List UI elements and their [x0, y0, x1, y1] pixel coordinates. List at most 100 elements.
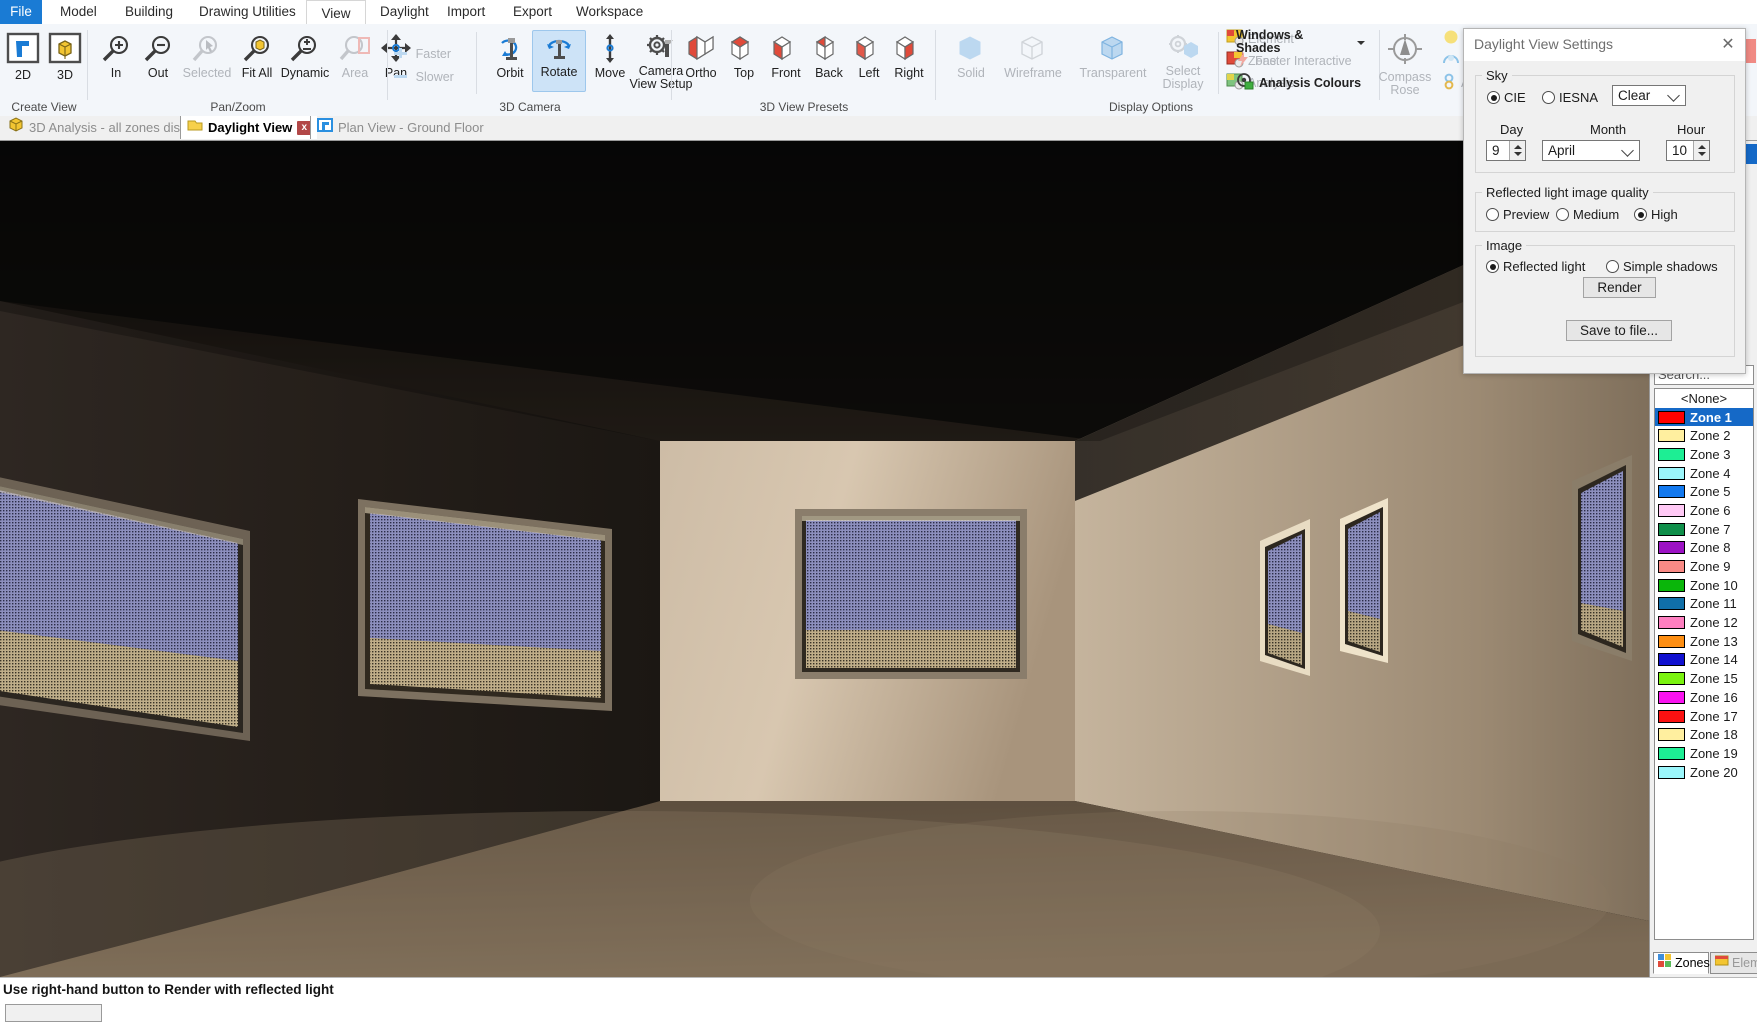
zone-list-item-label: Zone 2 [1690, 428, 1731, 444]
compass-rose-label: Compass Rose [1378, 70, 1432, 97]
sky-radio-cie[interactable]: CIE [1487, 90, 1526, 105]
zone-colour-swatch [1658, 466, 1685, 480]
image-radio-reflected-light[interactable]: Reflected light [1486, 259, 1585, 274]
zone-list-item[interactable]: Zone 4 [1655, 464, 1753, 483]
compass-rose-button: Compass Rose [1374, 32, 1436, 97]
quality-groupbox-label: Reflected light image quality [1482, 185, 1653, 200]
zone-list-item[interactable]: Zone 3 [1655, 445, 1753, 464]
menu-item-drawing-utilities[interactable]: Drawing Utilities [189, 0, 306, 24]
menu-item-daylight[interactable]: Daylight [370, 0, 439, 24]
menu-item-building[interactable]: Building [115, 0, 183, 24]
zoom-out-icon [134, 34, 182, 67]
hour-spinner-buttons[interactable] [1693, 141, 1709, 160]
zone-list-item[interactable]: Zone 20 [1655, 763, 1753, 782]
zoom-fit-all-button[interactable]: Fit All [235, 34, 279, 80]
minus-icon [392, 69, 408, 86]
zone-list-item[interactable]: Zone 17 [1655, 707, 1753, 726]
preset-left-button[interactable]: Left [850, 34, 888, 80]
sky-type-combobox[interactable]: Clear [1612, 85, 1686, 106]
month-combobox[interactable]: April [1542, 140, 1640, 161]
ribbon-group-create-view: 2D 3D Create View [0, 24, 88, 116]
zone-list-item[interactable]: Zone 14 [1655, 651, 1753, 670]
zone-list-item[interactable]: Zone 19 [1655, 744, 1753, 763]
day-spinner-buttons[interactable] [1509, 141, 1525, 160]
chevron-down-icon[interactable] [1356, 35, 1366, 50]
menu-item-workspace[interactable]: Workspace [566, 0, 653, 24]
rotate-button[interactable]: Rotate [532, 30, 586, 92]
zoom-out-button[interactable]: Out [134, 34, 182, 80]
zone-list-item-label: Zone 7 [1690, 521, 1731, 537]
zone-list-item[interactable]: Zone 10 [1655, 576, 1753, 595]
zone-list-item[interactable]: Zone 18 [1655, 725, 1753, 744]
cube-left-icon [850, 34, 888, 67]
dialog-titlebar[interactable]: Daylight View Settings ✕ [1464, 29, 1745, 61]
zone-list-item-none[interactable]: <None> [1655, 389, 1753, 408]
zone-list-item-label: Zone 1 [1690, 409, 1732, 425]
zone-list-item[interactable]: Zone 8 [1655, 539, 1753, 558]
quality-radio-preview[interactable]: Preview [1486, 207, 1549, 222]
zone-list-item[interactable]: Zone 2 [1655, 426, 1753, 445]
panel-tab-zones[interactable]: Zones [1653, 952, 1710, 974]
menu-item-model[interactable]: Model [50, 0, 107, 24]
preset-top-button[interactable]: Top [726, 34, 762, 80]
panel-tab-zones-label: Zones [1675, 956, 1710, 970]
quality-radio-medium[interactable]: Medium [1556, 207, 1619, 222]
sky-radio-iesna[interactable]: IESNA [1542, 90, 1598, 105]
hour-spinner[interactable]: 10 [1666, 140, 1710, 161]
window-right-3 [1572, 455, 1632, 661]
preset-front-button[interactable]: Front [764, 34, 808, 80]
radio-dot-icon [1606, 260, 1619, 273]
radio-dot-icon [1486, 260, 1499, 273]
zone-list-item[interactable]: Zone 12 [1655, 613, 1753, 632]
day-spinner[interactable]: 9 [1486, 140, 1526, 161]
create-view-3d-button[interactable]: 3D [44, 32, 86, 82]
save-to-file-button[interactable]: Save to file... [1566, 320, 1672, 341]
zone-list-item[interactable]: Zone 6 [1655, 501, 1753, 520]
create-view-2d-button[interactable]: 2D [2, 32, 44, 82]
3d-viewport[interactable] [0, 141, 1649, 977]
orbit-button[interactable]: Orbit [486, 34, 534, 80]
zone-list[interactable]: <None> Zone 1 Zone 2 Zone 3 Zone 4 Zone 5 Zon… [1654, 388, 1754, 940]
right-panel-tab-strip: Zones Elem [1650, 950, 1757, 974]
zone-colour-swatch [1658, 672, 1685, 686]
panel-tab-elements[interactable]: Elem [1710, 952, 1757, 974]
zone-list-item[interactable]: Zone 11 [1655, 595, 1753, 614]
orbit-icon [486, 34, 534, 67]
render-button[interactable]: Render [1583, 277, 1656, 298]
window-left-2 [358, 499, 612, 711]
quality-radio-high[interactable]: High [1634, 207, 1678, 222]
image-radio-simple-shadows[interactable]: Simple shadows [1606, 259, 1718, 274]
zone-list-item[interactable]: Zone 1 [1655, 407, 1753, 427]
day-label: Day [1500, 122, 1524, 137]
preset-ortho-button[interactable]: Ortho [678, 34, 724, 80]
analysis-colours-button[interactable]: Analysis Colours [1236, 73, 1366, 93]
cube-wireframe-icon [994, 34, 1072, 67]
zone-list-item[interactable]: Zone 16 [1655, 688, 1753, 707]
menu-item-view[interactable]: View [306, 0, 366, 25]
zone-list-item[interactable]: Zone 15 [1655, 669, 1753, 688]
preset-back-button[interactable]: Back [808, 34, 850, 80]
zones-icon [1658, 952, 1672, 974]
zone-list-item[interactable]: Zone 5 [1655, 482, 1753, 501]
sky-groupbox-label: Sky [1482, 68, 1512, 83]
menu-item-export[interactable]: Export [503, 0, 562, 24]
zone-list-item[interactable]: Zone 13 [1655, 632, 1753, 651]
close-icon[interactable]: ✕ [1717, 34, 1739, 56]
daylight-view-settings-dialog[interactable]: Daylight View Settings ✕ Sky CIE IESNA C… [1463, 28, 1746, 374]
zoom-selected-button: Selected [176, 34, 238, 80]
zone-list-item[interactable]: Zone 7 [1655, 520, 1753, 539]
zone-list-item[interactable]: Zone 9 [1655, 557, 1753, 576]
elements-icon [1714, 952, 1729, 974]
menu-item-import[interactable]: Import [437, 0, 495, 24]
menu-item-file[interactable]: File [0, 0, 42, 24]
move-button[interactable]: Move [588, 34, 632, 80]
view-tab-daylight-view[interactable]: Daylight View x [180, 116, 318, 139]
month-value: April [1548, 143, 1576, 158]
inner-separator [1218, 32, 1219, 94]
ribbon-group-title-create-view: Create View [11, 100, 77, 114]
zone-list-item-label: Zone 18 [1690, 727, 1738, 743]
zoom-dynamic-button[interactable]: Dynamic [274, 34, 336, 80]
zoom-in-button[interactable]: In [92, 34, 140, 80]
view-tab-plan-view[interactable]: Plan View - Ground Floor [310, 116, 490, 139]
preset-right-button[interactable]: Right [888, 34, 930, 80]
